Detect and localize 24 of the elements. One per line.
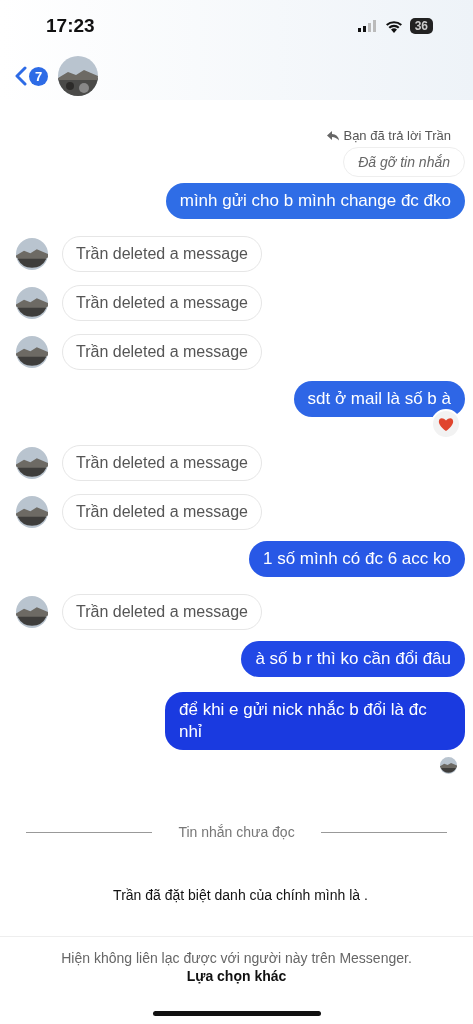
contact-avatar — [16, 287, 48, 319]
message-bubble: à số b r thì ko cần đổi đâu — [241, 641, 465, 677]
unread-divider-label: Tin nhắn chưa đọc — [178, 824, 295, 840]
contact-avatar — [16, 336, 48, 368]
message-bubble: sdt ở mail là số b à — [293, 381, 465, 417]
other-options-link[interactable]: Lựa chọn khác — [186, 968, 287, 984]
contact-avatar — [16, 596, 48, 628]
contact-avatar[interactable] — [58, 56, 98, 96]
unavailable-notice: Hiện không liên lạc được với người này trên Messenger. Lựa chọn khác — [60, 949, 413, 985]
reply-icon — [327, 130, 340, 141]
battery-indicator: 36 — [409, 18, 433, 34]
message-bubble: để khi e gửi nick nhắc b đổi là đc nhỉ — [165, 692, 465, 750]
status-time: 17:23 — [46, 15, 95, 37]
unread-count-badge: 7 — [29, 66, 48, 86]
reply-note: Bạn đã trả lời Trần — [343, 128, 452, 143]
wifi-icon — [384, 19, 403, 33]
contact-avatar — [16, 496, 48, 528]
signal-icon — [357, 20, 378, 32]
contact-avatar — [16, 447, 48, 479]
contact-avatar — [16, 238, 48, 270]
back-icon[interactable] — [15, 66, 27, 86]
message-bubble: mình gửi cho b mình change đc đko — [165, 183, 465, 219]
nickname-event-text: Trần đã đặt biệt danh của chính mình là . — [113, 887, 368, 903]
message-bubble: 1 số mình có đc 6 acc ko — [248, 541, 465, 577]
